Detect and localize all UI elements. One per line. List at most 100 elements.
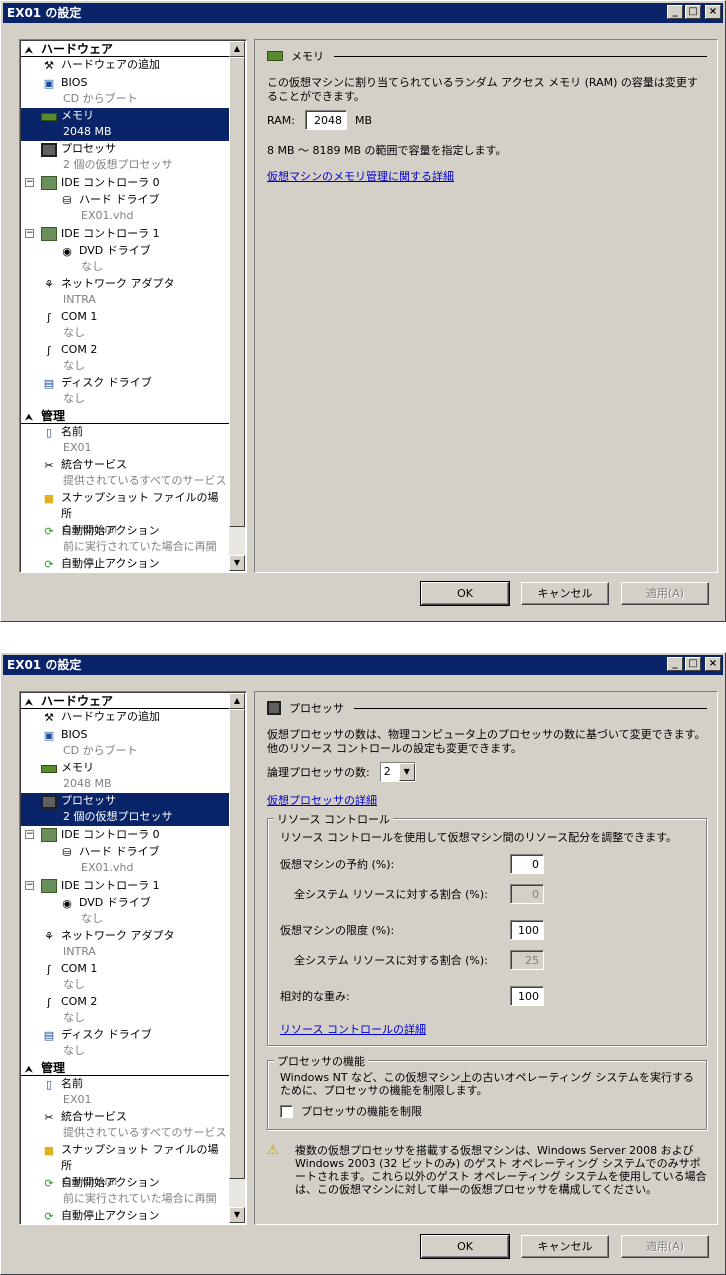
- tree-item-ide1[interactable]: − IDE コントローラ 1: [21, 225, 229, 243]
- hardware-tree: ⮝ ハードウェア ⚒ ハードウェアの追加 ▣ BIOS CD からブート メモリ 2048…: [19, 691, 247, 1225]
- logical-processors-select[interactable]: 2 ▼: [379, 762, 416, 782]
- tree-item-integration-services[interactable]: ✂ 統合サービス 提供されているすべてのサービス: [21, 1109, 229, 1142]
- maximize-button[interactable]: □: [685, 657, 701, 671]
- scroll-down-button[interactable]: ▼: [229, 1207, 245, 1223]
- weight-input[interactable]: 100: [510, 986, 544, 1006]
- scroll-up-button[interactable]: ▲: [229, 41, 245, 57]
- tree-item-add-hardware[interactable]: ⚒ ハードウェアの追加: [21, 709, 229, 727]
- tree-item-processor[interactable]: プロセッサ 2 個の仮想プロセッサ: [21, 141, 229, 174]
- tools-icon: ✂: [44, 1111, 54, 1124]
- processor-feature-group: プロセッサの機能 Windows NT など、この仮想マシン上の古いオペレーティ…: [267, 1053, 707, 1130]
- tree-item-memory[interactable]: メモリ 2048 MB: [21, 108, 229, 141]
- tree-item-ide0[interactable]: − IDE コントローラ 0: [21, 826, 229, 844]
- close-button[interactable]: ×: [705, 657, 721, 671]
- description: 仮想プロセッサの数は、物理コンピュータ上のプロセッサの数に基づいて変更できます。…: [267, 728, 706, 755]
- ide-controller-icon: [41, 879, 57, 893]
- tree-item-hard-drive[interactable]: ⛁ ハード ドライブ EX01.vhd: [21, 192, 229, 225]
- reserve-percent-field: 0: [510, 884, 544, 904]
- resource-control-group: リソース コントロール リソース コントロールを使用して仮想マシン間のリソース配…: [267, 811, 707, 1046]
- settings-window-processor: EX01 の設定 _ □ × ⮝ ハードウェア ⚒ ハードウェアの追加 ▣ BIOS CD …: [0, 652, 726, 1275]
- tree-item-autostart[interactable]: ⟳ 自動開始アクション 前に実行されていた場合に再開: [21, 523, 229, 556]
- tree-item-bios[interactable]: ▣ BIOS CD からブート: [21, 75, 229, 108]
- tree-item-network-adapter[interactable]: ⚘ ネットワーク アダプタ INTRA: [21, 928, 229, 961]
- section-hardware[interactable]: ⮝ ハードウェア: [21, 41, 229, 57]
- processor-icon: [267, 701, 281, 715]
- reserve-input[interactable]: 0: [510, 854, 544, 874]
- minimize-button[interactable]: _: [667, 657, 683, 671]
- tree-item-memory[interactable]: メモリ 2048 MB: [21, 760, 229, 793]
- tree-item-name[interactable]: ▯ 名前 EX01: [21, 1076, 229, 1109]
- maximize-button[interactable]: □: [685, 5, 701, 19]
- cancel-button[interactable]: キャンセル: [521, 582, 609, 605]
- checkbox-label[interactable]: プロセッサの機能を制限: [301, 1103, 422, 1119]
- auto-action-icon: ⟳: [44, 1177, 54, 1190]
- expand-collapse-icon[interactable]: −: [25, 830, 34, 839]
- close-button[interactable]: ×: [705, 5, 721, 19]
- ram-input[interactable]: 2048: [305, 110, 347, 130]
- folder-icon: ■: [43, 1144, 55, 1157]
- processor-help-link[interactable]: 仮想プロセッサの詳細: [267, 792, 707, 808]
- tree-item-diskette-drive[interactable]: ▤ ディスク ドライブ なし: [21, 1027, 229, 1060]
- tree-item-add-hardware[interactable]: ⚒ ハードウェアの追加: [21, 57, 229, 75]
- expand-collapse-icon[interactable]: −: [25, 229, 34, 238]
- ok-button[interactable]: OK: [420, 581, 510, 606]
- chevron-down-icon[interactable]: ▼: [398, 763, 415, 781]
- tree-list: ⮝ ハードウェア ⚒ ハードウェアの追加 ▣ BIOS CD からブート メモリ 2048…: [21, 41, 229, 571]
- minimize-button[interactable]: _: [667, 5, 683, 19]
- tree-item-hard-drive[interactable]: ⛁ ハード ドライブ EX01.vhd: [21, 844, 229, 877]
- tree-item-ide0[interactable]: − IDE コントローラ 0: [21, 174, 229, 192]
- section-management[interactable]: ⮝ 管理: [21, 408, 229, 424]
- expand-collapse-icon[interactable]: −: [25, 178, 34, 187]
- tree-item-autostop[interactable]: ⟳ 自動停止アクション: [21, 556, 229, 571]
- tree-item-bios[interactable]: ▣ BIOS CD からブート: [21, 727, 229, 760]
- tree-item-name[interactable]: ▯ 名前 EX01: [21, 424, 229, 457]
- tree-item-diskette-drive[interactable]: ▤ ディスク ドライブ なし: [21, 375, 229, 408]
- memory-panel: メモリ この仮想マシンに割り当てられているランダム アクセス メモリ (RAM)…: [254, 39, 718, 573]
- scroll-down-button[interactable]: ▼: [229, 555, 245, 571]
- section-management[interactable]: ⮝ 管理: [21, 1060, 229, 1076]
- serial-port-icon: ʃ: [47, 996, 51, 1009]
- tree-item-com2[interactable]: ʃ COM 2 なし: [21, 994, 229, 1027]
- tree-item-autostop[interactable]: ⟳ 自動停止アクション: [21, 1208, 229, 1223]
- tree-item-processor[interactable]: プロセッサ 2 個の仮想プロセッサ: [21, 793, 229, 826]
- tree-item-snapshot-location[interactable]: ■ スナップショット ファイルの場所 C:¥Virtual: [21, 490, 229, 536]
- tree-item-integration-services[interactable]: ✂ 統合サービス 提供されているすべてのサービス: [21, 457, 229, 490]
- section-hardware[interactable]: ⮝ ハードウェア: [21, 693, 229, 709]
- expand-collapse-icon[interactable]: −: [25, 881, 34, 890]
- auto-action-icon: ⟳: [44, 1210, 54, 1223]
- tree-item-snapshot-location[interactable]: ■ スナップショット ファイルの場所 C:¥Virtual: [21, 1142, 229, 1188]
- tree-item-autostart[interactable]: ⟳ 自動開始アクション 前に実行されていた場合に再開: [21, 1175, 229, 1208]
- limit-features-checkbox[interactable]: [280, 1104, 293, 1118]
- ok-button[interactable]: OK: [420, 1234, 510, 1259]
- tree-item-com2[interactable]: ʃ COM 2 なし: [21, 342, 229, 375]
- tree-list: ⮝ ハードウェア ⚒ ハードウェアの追加 ▣ BIOS CD からブート メモリ 2048…: [21, 693, 229, 1223]
- tree-item-com1[interactable]: ʃ COM 1 なし: [21, 961, 229, 994]
- memory-help-link[interactable]: 仮想マシンのメモリ管理に関する詳細: [267, 168, 707, 184]
- apply-button[interactable]: 適用(A): [621, 1235, 709, 1258]
- add-hardware-icon: ⚒: [44, 59, 54, 72]
- scroll-up-button[interactable]: ▲: [229, 693, 245, 709]
- tools-icon: ✂: [44, 459, 54, 472]
- title-bar: EX01 の設定 _ □ ×: [3, 655, 723, 675]
- tree-scrollbar[interactable]: ▲ ▼: [229, 693, 245, 1223]
- tree-item-network-adapter[interactable]: ⚘ ネットワーク アダプタ INTRA: [21, 276, 229, 309]
- memory-icon: [41, 765, 57, 773]
- limit-input[interactable]: 100: [510, 920, 544, 940]
- tree-item-dvd-drive[interactable]: ◉ DVD ドライブ なし: [21, 243, 229, 276]
- hardware-tree: ⮝ ハードウェア ⚒ ハードウェアの追加 ▣ BIOS CD からブート メモリ 2048…: [19, 39, 247, 573]
- serial-port-icon: ʃ: [47, 963, 51, 976]
- cancel-button[interactable]: キャンセル: [521, 1235, 609, 1258]
- apply-button[interactable]: 適用(A): [621, 582, 709, 605]
- memory-icon: [41, 113, 57, 121]
- scroll-thumb[interactable]: [229, 709, 245, 1179]
- limit-percent-field: 25: [510, 950, 544, 970]
- processor-panel: プロセッサ 仮想プロセッサの数は、物理コンピュータ上のプロセッサの数に基づいて変…: [254, 691, 718, 1225]
- resource-help-link[interactable]: リソース コントロールの詳細: [280, 1021, 696, 1037]
- tree-scrollbar[interactable]: ▲ ▼: [229, 41, 245, 571]
- logical-processors-label: 論理プロセッサの数:: [267, 766, 370, 779]
- hard-drive-icon: ⛁: [62, 194, 72, 207]
- scroll-thumb[interactable]: [229, 57, 245, 527]
- tree-item-ide1[interactable]: − IDE コントローラ 1: [21, 877, 229, 895]
- tree-item-com1[interactable]: ʃ COM 1 なし: [21, 309, 229, 342]
- tree-item-dvd-drive[interactable]: ◉ DVD ドライブ なし: [21, 895, 229, 928]
